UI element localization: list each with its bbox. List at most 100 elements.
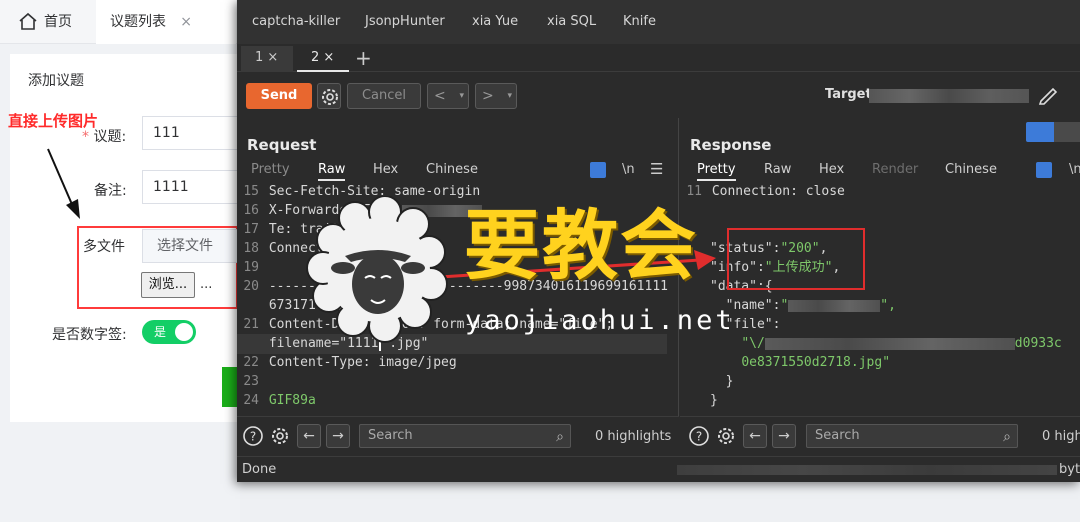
- newline-icon[interactable]: \n: [622, 162, 635, 177]
- chevron-left-icon: <: [434, 88, 446, 104]
- search-prev-button[interactable]: ←: [297, 424, 321, 448]
- tab-chinese[interactable]: Chinese: [426, 162, 478, 177]
- tab-hex[interactable]: Hex: [819, 162, 844, 177]
- code-line: 11 Connection: close: [686, 184, 845, 199]
- edit-target-icon[interactable]: [1037, 85, 1059, 105]
- help-icon[interactable]: ?: [688, 425, 710, 447]
- cancel-button[interactable]: Cancel: [347, 83, 421, 109]
- target-value-redacted[interactable]: [869, 89, 1029, 103]
- repeater-tab-1[interactable]: 1 ×: [241, 46, 293, 72]
- web-form-page: 首页 议题列表 × 添加议题 直接上传图片 * 议题: 111 备注: 1111…: [0, 0, 242, 522]
- tab-home[interactable]: 首页: [18, 0, 72, 44]
- request-subtabs: Pretty Raw Hex Chinese \n ☰: [237, 160, 678, 182]
- redacted-path: [764, 337, 1015, 350]
- toggle-knob: [175, 323, 193, 341]
- response-search-input[interactable]: Search ⌕: [806, 424, 1018, 448]
- code-line: 24 GIF89a: [243, 393, 316, 408]
- response-subtabs: Pretty Raw Hex Render Chinese \n: [680, 160, 1080, 182]
- card-title: 添加议题: [28, 73, 84, 89]
- dropdown-icon: ▾: [507, 91, 512, 101]
- search-icon: ⌕: [556, 429, 564, 445]
- code-line: "\/d0933c: [741, 336, 1062, 351]
- code-line: }: [710, 393, 718, 408]
- choose-file-button[interactable]: 选择文件: [142, 229, 237, 263]
- request-search-input[interactable]: Search ⌕: [359, 424, 571, 448]
- tab-pretty[interactable]: Pretty: [251, 162, 290, 177]
- search-next-button[interactable]: →: [772, 424, 796, 448]
- status-redacted: [677, 465, 1057, 475]
- search-icon: ⌕: [1003, 429, 1011, 445]
- tab-topic-list[interactable]: 议题列表 ×: [96, 0, 236, 44]
- add-tab-icon[interactable]: +: [355, 46, 372, 70]
- tab-chinese[interactable]: Chinese: [945, 162, 997, 177]
- annotation-arrow-icon: [47, 148, 80, 219]
- newline-icon[interactable]: \n: [1069, 162, 1080, 177]
- chevron-right-icon: >: [482, 88, 494, 104]
- code-line: "name":" ",: [710, 298, 896, 313]
- search-prev-button[interactable]: ←: [743, 424, 767, 448]
- tab-pretty[interactable]: Pretty: [697, 162, 736, 181]
- response-highlight-box: [727, 228, 865, 290]
- gear-icon[interactable]: [715, 425, 737, 447]
- arrow-right-icon: →: [332, 428, 344, 444]
- watermark-url: yaojiaohui.net: [465, 305, 735, 336]
- required-mark: *: [82, 129, 89, 145]
- tab-knife[interactable]: Knife: [623, 14, 656, 29]
- arrow-left-icon: ←: [749, 428, 761, 444]
- gear-icon[interactable]: [269, 425, 291, 447]
- tab-home-label: 首页: [44, 14, 72, 30]
- wrap-lines-icon[interactable]: [1036, 162, 1052, 178]
- split-view-icon[interactable]: [1026, 122, 1054, 142]
- code-line-current: filename="1111 .jpg": [237, 334, 667, 354]
- wrap-lines-icon[interactable]: [590, 162, 606, 178]
- response-highlight-count: 0 high: [1042, 429, 1080, 444]
- tab-xia-yue[interactable]: xia Yue: [472, 14, 518, 29]
- tab-raw[interactable]: Raw: [318, 162, 346, 181]
- browse-button[interactable]: 浏览...: [141, 272, 195, 298]
- help-icon[interactable]: ?: [242, 425, 264, 447]
- repeater-tab-2[interactable]: 2 ×: [297, 46, 349, 72]
- gear-icon: [322, 89, 338, 105]
- request-title: Request: [247, 136, 317, 154]
- watermark-chinese: 要教会: [464, 201, 698, 290]
- response-search-bar: ? ← → Search ⌕ 0 high: [680, 416, 1080, 456]
- multi-file-label: 多文件: [83, 239, 125, 255]
- stacked-view-icon[interactable]: [1054, 122, 1080, 142]
- svg-text:?: ?: [250, 430, 256, 444]
- search-next-button[interactable]: →: [326, 424, 350, 448]
- history-forward-button[interactable]: > ▾: [475, 83, 517, 109]
- browse-filename: ...: [200, 277, 213, 292]
- remark-label: 备注:: [94, 183, 127, 199]
- send-button[interactable]: Send: [246, 83, 312, 109]
- extension-tab-bar: captcha-killer JsonpHunter xia Yue xia S…: [237, 0, 1080, 44]
- request-highlight-count: 0 highlights: [595, 429, 672, 444]
- arrow-left-icon: ←: [303, 428, 315, 444]
- topic-input[interactable]: 111: [142, 116, 242, 150]
- tab-raw[interactable]: Raw: [764, 162, 791, 177]
- tab-hex[interactable]: Hex: [373, 162, 398, 177]
- code-line: 19: [243, 260, 259, 275]
- svg-text:?: ?: [696, 430, 702, 444]
- code-line: 22 Content-Type: image/jpeg: [243, 355, 457, 370]
- close-icon[interactable]: ×: [180, 0, 192, 44]
- tab-captcha-killer[interactable]: captcha-killer: [252, 14, 340, 29]
- menu-icon[interactable]: ☰: [650, 160, 663, 178]
- remark-input[interactable]: 1111: [142, 170, 242, 204]
- digital-sign-toggle[interactable]: 是: [142, 320, 196, 344]
- tab-jsonphunter[interactable]: JsonpHunter: [365, 14, 445, 29]
- arrow-right-icon: →: [778, 428, 790, 444]
- dropdown-icon: ▾: [459, 91, 464, 101]
- history-back-button[interactable]: < ▾: [427, 83, 469, 109]
- code-line: 23: [243, 374, 259, 389]
- repeater-tab-bar: 1 × 2 × +: [237, 44, 1080, 72]
- response-editor[interactable]: 11 Connection: close "status":"200", "in…: [680, 182, 1080, 414]
- digital-sign-label: 是否数字签:: [52, 327, 127, 343]
- tab-render[interactable]: Render: [872, 162, 918, 177]
- home-icon: [19, 12, 37, 30]
- web-tab-bar: 首页 议题列表 ×: [0, 0, 240, 44]
- tab-xia-sql[interactable]: xia SQL: [547, 14, 596, 29]
- settings-gear-button[interactable]: [317, 83, 341, 109]
- layout-toggle[interactable]: [1026, 122, 1080, 142]
- code-line: }: [725, 374, 734, 389]
- status-bar: Done byte: [237, 456, 1080, 482]
